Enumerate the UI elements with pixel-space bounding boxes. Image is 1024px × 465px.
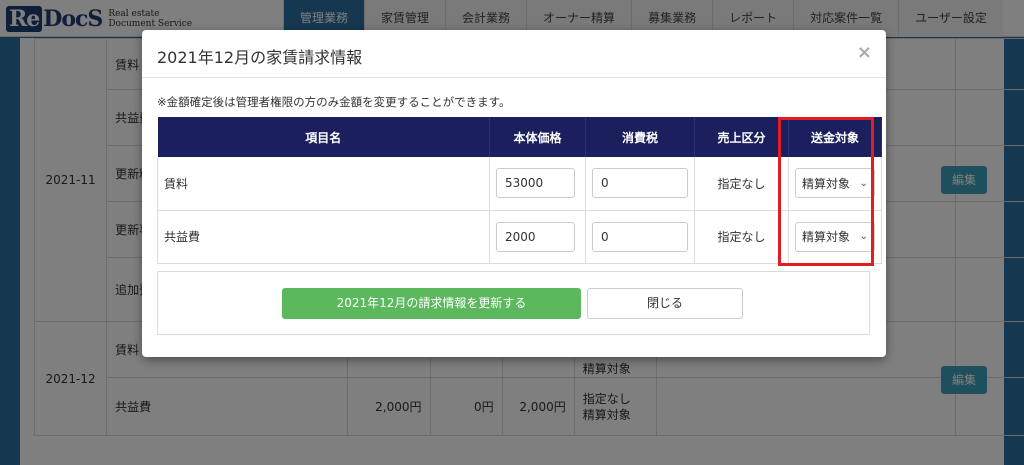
price-input[interactable]: 53000 [496, 168, 575, 199]
rent-billing-modal: 2021年12月の家賃請求情報 × ※金額確定後は管理者権限の方のみ金額を変更す… [142, 30, 886, 357]
modal-actions: 2021年12月の請求情報を更新する 閉じる [157, 271, 870, 335]
sales-category: 指定なし [694, 157, 789, 211]
col-header-category: 売上区分 [694, 117, 789, 157]
item-name: 共益費 [157, 210, 490, 264]
close-button[interactable]: 閉じる [587, 288, 743, 319]
update-billing-button[interactable]: 2021年12月の請求情報を更新する [282, 288, 581, 319]
billing-items-table: 項目名 本体価格 消費税 売上区分 送金対象 賃料 53000 0 指定なし 精… [157, 117, 882, 264]
table-row: 賃料 53000 0 指定なし 精算対象 ⌄ [157, 157, 882, 211]
close-icon[interactable]: × [857, 42, 872, 63]
tax-input[interactable]: 0 [592, 168, 688, 199]
permission-note: ※金額確定後は管理者権限の方のみ金額を変更することができます。 [157, 95, 511, 109]
price-input[interactable]: 2000 [496, 221, 575, 252]
item-name: 賃料 [157, 157, 490, 211]
modal-header: 2021年12月の家賃請求情報 × [142, 30, 886, 78]
sales-category: 指定なし [694, 210, 789, 264]
col-header-price: 本体価格 [489, 117, 586, 157]
col-header-tax: 消費税 [585, 117, 695, 157]
col-header-item: 項目名 [157, 117, 490, 157]
remit-target-highlight [778, 117, 874, 266]
modal-title: 2021年12月の家賃請求情報 [157, 48, 363, 67]
table-row: 共益費 2000 0 指定なし 精算対象 ⌄ [157, 210, 882, 264]
tax-input[interactable]: 0 [592, 221, 688, 252]
